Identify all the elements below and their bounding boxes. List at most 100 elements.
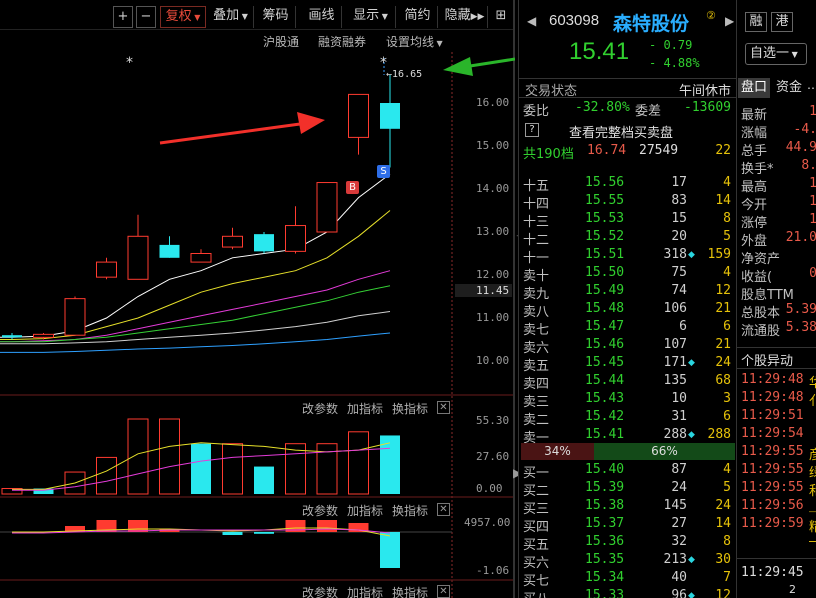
ask-row[interactable]: 卖七 15.47 6 6 [519,319,736,338]
ask-vol: 15 [671,211,687,226]
ask-row[interactable]: 卖八 15.48 106 21 [519,301,736,320]
info-panel: 融 港 自选一 ▼ 盘口 资金 ⋯ 最新 1 涨幅 -4. 总手 44.9 换手* 8. 最高 1… [736,0,816,598]
price-tick-14: 14.00 [476,182,510,195]
zixuan-label: 自选 [750,46,777,61]
ask-row[interactable]: 十五 15.56 17 4 [519,175,736,194]
weicha-value: -13609 [684,100,731,115]
ask-chg: 8 [723,211,731,226]
ask-row[interactable]: 十三 15.53 15 8 [519,211,736,230]
macd-jia-button[interactable]: 加指标 [347,502,383,519]
ask-pr: 15.42 [585,409,625,424]
alert-text: 精 [809,516,816,535]
prev-stock-icon[interactable]: ◀ [527,14,536,28]
quote-panel: ◀ 603098 森特股份 ② ▶ 15.41 - 0.79 - 4.88% 交… [518,0,736,598]
volume-bar [159,418,180,495]
ask-chg: 288 [707,427,731,442]
help-icon[interactable]: ? [525,123,539,137]
ask-row[interactable]: 十二 15.52 20 5 [519,229,736,248]
bid-row[interactable]: 买三 15.38 145 24 [519,498,736,517]
ask-row[interactable]: 卖六 15.46 107 21 [519,337,736,356]
next-stock-icon[interactable]: ▶ [725,14,734,28]
weibi-value: -32.80% [575,100,630,115]
buy-marker[interactable]: B [346,181,359,194]
gang-badge[interactable]: 港 [771,12,793,32]
alert-time: 11:29:51 [741,408,804,423]
bid-vol: 32 [671,534,687,549]
macd-bar [317,520,337,532]
rong-badge[interactable]: 融 [745,12,767,32]
ask-pr: 15.56 [585,175,625,190]
bid-row[interactable]: 买五 15.36 32 8 [519,534,736,553]
vol-huan-button[interactable]: 换指标 [392,400,428,417]
ratio-right: 66% [594,443,735,460]
ask-row[interactable]: 卖十 15.50 75 4 [519,265,736,284]
alert-row[interactable]: 11:29:59 精 [737,516,816,535]
zixuan-button[interactable]: 自选一 ▼ [745,43,807,65]
bottom-huan-button[interactable]: 换指标 [392,584,428,598]
tab-pankou[interactable]: 盘口 [738,78,770,98]
ask-chg: 24 [715,355,731,370]
bid-pr: 15.34 [585,570,625,585]
ask-row[interactable]: 卖四 15.44 135 68 [519,373,736,392]
full-book-row[interactable]: ? 查看完整档买卖盘 [519,121,736,141]
alert-row[interactable]: 11:29:55 绿 [737,462,816,481]
bid-row[interactable]: 买六 15.35 213 ◆ 30 [519,552,736,571]
alert-time: 11:29:55 [741,462,804,477]
candle-body [33,333,54,338]
ask-chg: 14 [715,193,731,208]
bid-row[interactable]: 买八 15.33 96◆ 12 [519,588,736,598]
bid-chg: 24 [715,498,731,513]
macd-huan-button[interactable]: 换指标 [392,502,428,519]
ma-line-2 [0,270,391,343]
bid-row[interactable]: 买四 15.37 27 14 [519,516,736,535]
ask-pr: 15.44 [585,373,625,388]
alert-row[interactable]: 11:29:55 彦 [737,444,816,463]
tab-zijin[interactable]: 资金 [773,78,805,98]
bid-row[interactable]: 买七 15.34 40 7 [519,570,736,589]
bottom-count: 2 [789,583,796,596]
ask-pr: 15.46 [585,337,625,352]
ask-row[interactable]: 十一 15.51 318 ◆ 159 [519,247,736,266]
sell-marker[interactable]: S [377,165,390,178]
info-item-value: 1 [809,194,816,209]
macd-gai-button[interactable]: 改参数 [302,502,338,519]
macd-close-icon[interactable]: ✕ [437,503,450,516]
ask-row[interactable]: 卖二 15.42 31 6 [519,409,736,428]
ask-row[interactable]: 十四 15.55 83 14 [519,193,736,212]
bid-row[interactable]: 买二 15.39 24 5 [519,480,736,499]
ask-chg: 68 [715,373,731,388]
ask-row[interactable]: 卖三 15.43 10 3 [519,391,736,410]
vol-close-icon[interactable]: ✕ [437,401,450,414]
alert-row[interactable]: 11:29:48 亻 [737,390,816,409]
alert-row[interactable]: 11:29:48 华 [737,372,816,391]
bid-vol: 145 [663,498,687,513]
vol-jia-button[interactable]: 加指标 [347,400,383,417]
bottom-gai-button[interactable]: 改参数 [302,584,338,598]
info-item-label: 总手 [741,144,768,159]
alert-row[interactable]: 11:29:55 和 [737,480,816,499]
alert-row[interactable]: 11:29:54 [737,426,816,444]
ask-row[interactable]: 卖五 15.45 171 ◆ 24 [519,355,736,374]
ask-row[interactable]: 卖九 15.49 74 12 [519,283,736,302]
info-item-value: 1 [809,212,816,227]
bottom-jia-button[interactable]: 加指标 [347,584,383,598]
bottom-time: 11:29:45 [741,565,804,580]
tab-more[interactable]: ⋯ [807,78,816,98]
alert-title: 个股异动 [741,354,794,369]
alert-row[interactable]: — [737,534,816,552]
alert-row[interactable]: 11:29:56 _L [737,498,816,516]
bottom-close-icon[interactable]: ✕ [437,585,450,598]
info-item: 流通股 5.38 [737,320,816,339]
vol-gai-button[interactable]: 改参数 [302,400,338,417]
alert-row[interactable]: 11:29:51 [737,408,816,426]
full-book-link[interactable]: 查看完整档买卖盘 [569,122,673,141]
bid-pr: 15.40 [585,462,625,477]
ask-chg: 12 [715,283,731,298]
ask-vol: 6 [679,319,687,334]
bid-vol: 24 [671,480,687,495]
info-item-value: 8. [801,158,816,173]
bid-row[interactable]: 买一 15.40 87 4 [519,462,736,481]
ask-lab: 十四 [523,197,550,212]
bid-pr: 15.33 [585,588,625,598]
price-change-pct: - 4.88% [649,56,700,70]
